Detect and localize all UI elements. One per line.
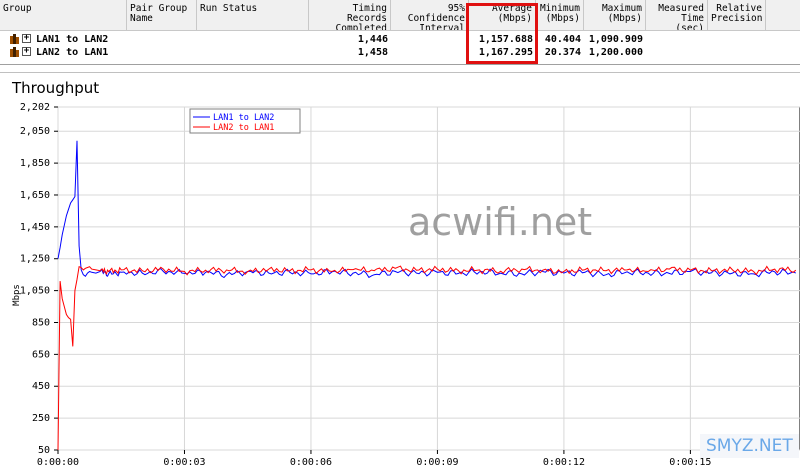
column-header-measured-time[interactable]: Measured Time (sec) (646, 0, 708, 30)
chart-series (57, 140, 797, 451)
x-axis-ticks: 0:00:00 0:00:03 0:00:06 0:00:09 0:00:12 0:00:… (37, 450, 711, 466)
y-tick-label: 1,850 (20, 158, 50, 169)
plot-frame (57, 106, 800, 451)
pair-icon (10, 47, 19, 57)
table-row[interactable]: + LAN2 to LAN1 1,458 1,167.295 20.374 1,… (0, 46, 800, 59)
y-tick-label: 850 (32, 317, 50, 328)
y-tick-label: 2,050 (20, 126, 50, 137)
y-tick-label: 450 (32, 381, 50, 392)
y-tick-label: 2,202 (20, 102, 50, 113)
row-timing-records: 1,458 (357, 47, 388, 58)
legend-label: LAN2 to LAN1 (213, 123, 274, 133)
y-axis-ticks: 2,202 2,050 1,850 1,650 1,450 1,250 1,050 850 65… (20, 102, 58, 456)
y-tick-label: 1,450 (20, 222, 50, 233)
results-table: Group Pair Group Name Run Status Timing … (0, 0, 800, 65)
legend-label: LAN1 to LAN2 (213, 113, 274, 123)
row-group: LAN1 to LAN2 (36, 34, 109, 45)
chart-legend: LAN1 to LAN2LAN2 to LAN1 (189, 108, 301, 134)
column-header-minimum[interactable]: Minimum (Mbps) (536, 0, 584, 30)
expand-icon[interactable]: + (22, 34, 31, 43)
column-header-run-status[interactable]: Run Status (197, 0, 309, 30)
y-axis-label: Mbps (12, 284, 22, 306)
watermark-corner: SMYZ.NET (700, 434, 799, 458)
y-tick-label: 1,050 (20, 286, 50, 297)
column-header-group[interactable]: Group (0, 0, 127, 30)
row-maximum: 1,200.000 (588, 47, 643, 58)
table-row[interactable]: + LAN1 to LAN2 1,446 1,157.688 40.404 1,… (0, 33, 800, 46)
column-header-timing-records[interactable]: Timing Records Completed (309, 0, 391, 30)
throughput-graph-panel: Throughput 2,202 2,050 1,850 1,650 1,450 1,25… (0, 72, 800, 466)
column-header-maximum[interactable]: Maximum (Mbps) (584, 0, 646, 30)
throughput-chart: 2,202 2,050 1,850 1,650 1,450 1,250 1,050 850 65… (12, 102, 800, 466)
watermark: acwifi.net (408, 200, 593, 244)
row-timing-records: 1,446 (357, 34, 388, 45)
column-header-confidence[interactable]: 95% Confidence Interval (391, 0, 469, 30)
column-header-pair-group-name[interactable]: Pair Group Name (127, 0, 197, 30)
row-minimum: 40.404 (544, 34, 581, 45)
series-line (57, 265, 797, 451)
expand-icon[interactable]: + (22, 47, 31, 56)
row-minimum: 20.374 (544, 47, 581, 58)
row-group: LAN2 to LAN1 (36, 47, 109, 58)
row-maximum: 1,090.909 (588, 34, 643, 45)
y-tick-label: 50 (38, 445, 50, 456)
column-header-relative-precision[interactable]: Relative Precision (708, 0, 766, 30)
y-tick-label: 1,250 (20, 254, 50, 265)
average-column-highlight (466, 3, 538, 64)
table-header: Group Pair Group Name Run Status Timing … (0, 0, 800, 31)
y-tick-label: 250 (32, 413, 50, 424)
y-tick-label: 650 (32, 349, 50, 360)
pair-icon (10, 34, 19, 44)
y-tick-label: 1,650 (20, 190, 50, 201)
chart-grid (57, 106, 800, 451)
